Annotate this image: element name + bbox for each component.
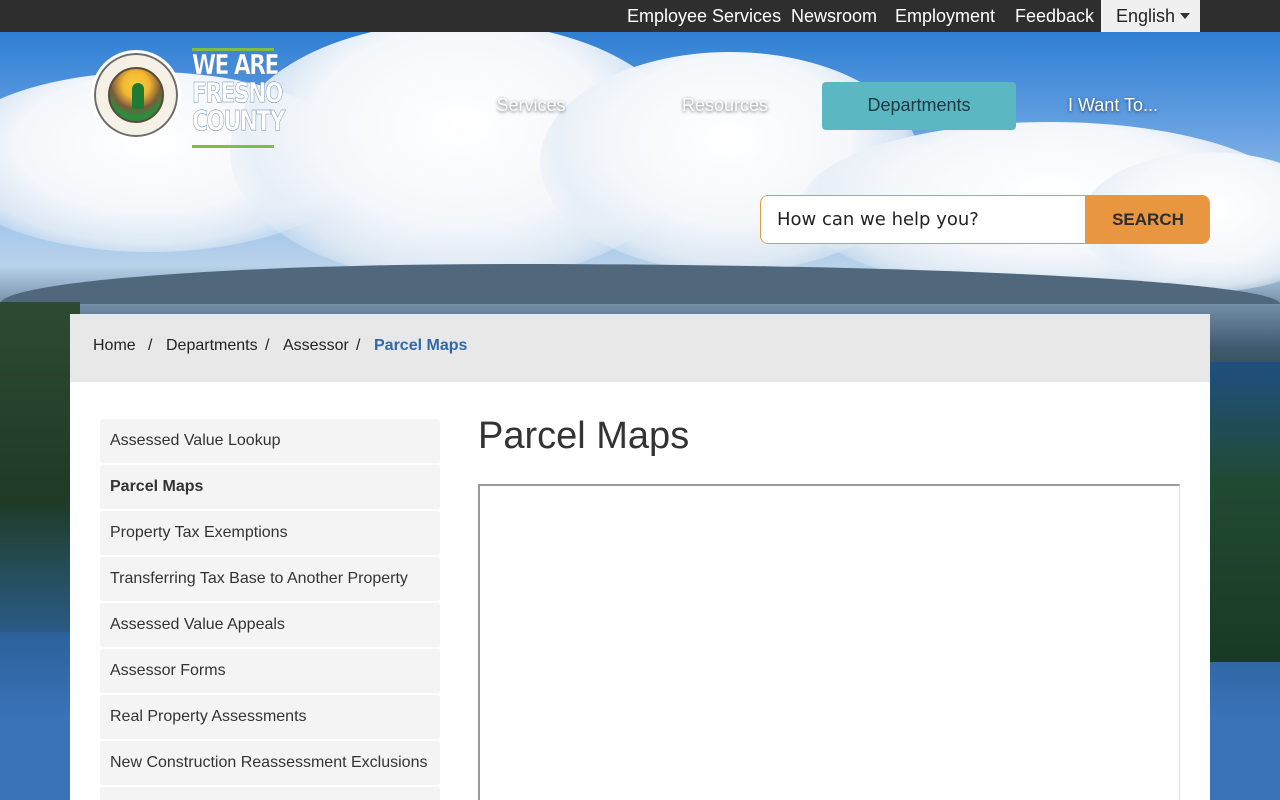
- sidebar-item-property-tax-exemptions[interactable]: Property Tax Exemptions: [100, 511, 440, 555]
- content-panel: Assessed Value Lookup Parcel Maps Proper…: [70, 382, 1210, 800]
- county-seal-logo[interactable]: [91, 50, 181, 140]
- sidebar-item-real-property-assessments[interactable]: Real Property Assessments: [100, 695, 440, 739]
- nav-services[interactable]: Services: [434, 82, 628, 130]
- we-are-fresno-county-logo[interactable]: WE ARE FRESNO COUNTY: [192, 48, 286, 148]
- caret-down-icon: [1180, 13, 1190, 19]
- breadcrumb-current: Parcel Maps: [374, 337, 468, 354]
- language-select[interactable]: English: [1101, 0, 1200, 32]
- sidebar-item-parcel-maps[interactable]: Parcel Maps: [100, 465, 440, 509]
- nav-resources[interactable]: Resources: [628, 82, 822, 130]
- breadcrumb-departments[interactable]: Departments: [166, 336, 258, 356]
- employment-link[interactable]: Employment: [895, 0, 995, 32]
- sidebar-item-assessor-forms[interactable]: Assessor Forms: [100, 649, 440, 693]
- sidebar-item-transferring-tax-base[interactable]: Transferring Tax Base to Another Propert…: [100, 557, 440, 601]
- sidebar-item-assessed-value-lookup[interactable]: Assessed Value Lookup: [100, 419, 440, 463]
- breadcrumb-assessor[interactable]: Assessor: [283, 336, 349, 356]
- nav-departments[interactable]: Departments: [822, 82, 1016, 130]
- search-button[interactable]: SEARCH: [1085, 196, 1209, 243]
- forest-left: [0, 302, 80, 632]
- sidebar-item-more[interactable]: [100, 787, 440, 800]
- search-input[interactable]: [761, 196, 1085, 243]
- breadcrumb: Home / Departments / Assessor / Parcel M…: [70, 314, 1210, 382]
- breadcrumb-separator: /: [265, 337, 270, 354]
- logo-line-2: FRESNO: [192, 76, 284, 109]
- employee-services-link[interactable]: Employee Services: [627, 0, 781, 32]
- seal-emblem: [108, 67, 164, 123]
- nav-i-want-to[interactable]: I Want To...: [1016, 82, 1210, 130]
- language-select-value: English: [1116, 6, 1176, 26]
- page-title: Parcel Maps: [478, 415, 690, 457]
- breadcrumb-separator: /: [356, 337, 361, 354]
- site-search: SEARCH: [760, 195, 1210, 244]
- sidebar-item-new-construction-exclusions[interactable]: New Construction Reassessment Exclusions: [100, 741, 440, 785]
- sidebar-item-assessed-value-appeals[interactable]: Assessed Value Appeals: [100, 603, 440, 647]
- newsroom-link[interactable]: Newsroom: [791, 0, 877, 32]
- tree-icon: [132, 83, 144, 109]
- parcel-map-embed[interactable]: [478, 484, 1180, 800]
- logo-line-1: WE ARE: [192, 48, 280, 81]
- breadcrumb-separator: /: [148, 337, 153, 354]
- breadcrumb-home[interactable]: Home: [93, 336, 136, 356]
- forest-right: [1210, 362, 1280, 662]
- feedback-link[interactable]: Feedback: [1015, 0, 1094, 32]
- utility-bar: Employee Services Newsroom Employment Fe…: [0, 0, 1280, 32]
- logo-line-3: COUNTY: [192, 104, 286, 137]
